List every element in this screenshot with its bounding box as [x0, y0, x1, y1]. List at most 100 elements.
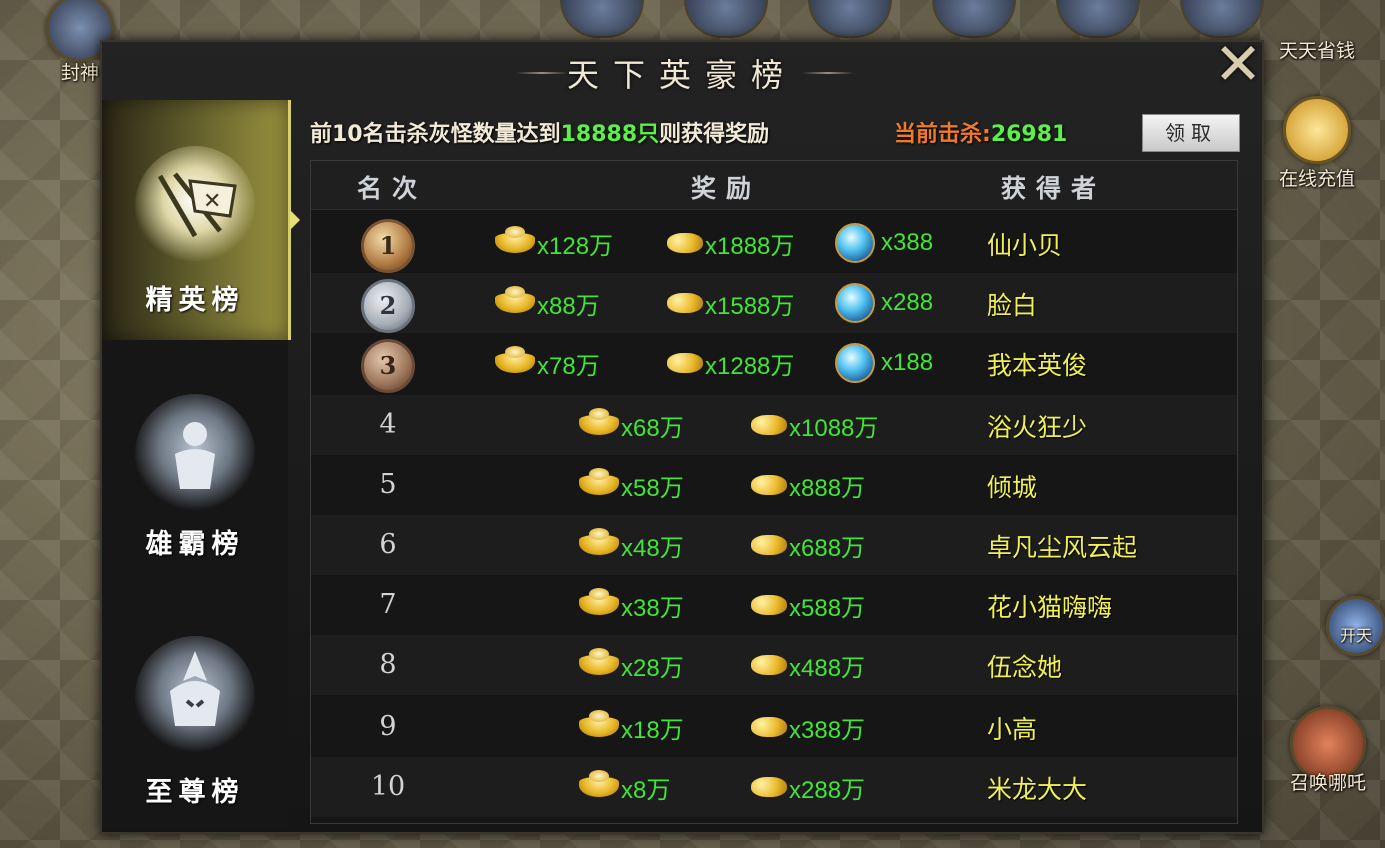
rank-number: 5	[379, 469, 397, 500]
tab-domineer-label: 雄霸榜	[145, 529, 245, 560]
gold-pile-icon	[667, 293, 703, 313]
gold-pile-icon	[751, 475, 787, 495]
requirement-target: 18888只	[560, 122, 660, 147]
table-row: 9 x18万 x388万 小高	[311, 697, 1237, 757]
rank-medal-3: 3	[361, 339, 415, 393]
gold-pile-icon	[751, 717, 787, 737]
winner-name: 米龙大大	[987, 775, 1088, 804]
reward-orb: x388	[835, 223, 933, 263]
daily-saving-button[interactable]: 天天省钱	[1262, 36, 1372, 63]
table-row: 5 x58万 x888万 倾城	[311, 455, 1237, 515]
header-rank: 名次	[357, 174, 428, 203]
gold-pile-icon	[667, 353, 703, 373]
blue-orb-icon	[835, 343, 875, 383]
reward-ingot-value: x128万	[537, 232, 614, 260]
blue-orb-icon	[835, 283, 875, 323]
requirement-bar: 前10名击杀灰怪数量达到18888只则获得奖励 当前击杀:26981 领取	[310, 114, 1250, 152]
reward-gold: x1088万	[751, 408, 878, 442]
winner-name: 我本英俊	[987, 351, 1088, 380]
flag-emblem-icon: ✕	[135, 146, 255, 266]
top-icon-2[interactable]	[684, 0, 768, 38]
tab-supreme[interactable]: 至尊榜	[102, 590, 288, 830]
reward-ingot-value: x38万	[621, 594, 684, 622]
winner-name: 倾城	[987, 473, 1038, 502]
ranking-table: 名次 奖励 获得者 1 x128万 x1888万 x388 仙小贝 2 x88万…	[310, 160, 1238, 824]
top-icon-4[interactable]	[932, 0, 1016, 38]
table-row: 6 x48万 x688万 卓凡尘风云起	[311, 515, 1237, 575]
panel-title: 天下英豪榜	[566, 56, 797, 94]
winner-name: 浴火狂少	[987, 413, 1088, 442]
top-icon-3[interactable]	[808, 0, 892, 38]
winner-name: 小高	[987, 715, 1038, 744]
reward-ingot-value: x18万	[621, 716, 684, 744]
reward-ingot-value: x78万	[537, 352, 600, 380]
reward-ingot: x78万	[495, 346, 600, 380]
close-icon: ✕	[1213, 30, 1263, 98]
reward-ingot-value: x58万	[621, 474, 684, 502]
reward-ingot: x88万	[495, 286, 600, 320]
reward-gold-value: x388万	[789, 716, 866, 744]
gold-ingot-icon	[579, 648, 619, 675]
reward-gold-value: x888万	[789, 474, 866, 502]
reward-gold-value: x1288万	[705, 352, 795, 380]
header-reward: 奖励	[691, 174, 762, 203]
gold-pile-icon	[751, 655, 787, 675]
close-button[interactable]: ✕	[1208, 34, 1268, 94]
gold-ingot-icon	[495, 226, 535, 253]
top-icon-bar	[560, 0, 1280, 38]
top-icon-5[interactable]	[1056, 0, 1140, 38]
reward-ingot-value: x88万	[537, 292, 600, 320]
gold-ingot-icon	[579, 588, 619, 615]
table-row: 10 x8万 x288万 米龙大大	[311, 757, 1237, 817]
requirement-prefix: 前10名击杀灰怪数量达到	[310, 122, 561, 147]
reward-ingot: x68万	[579, 408, 684, 442]
summon-nezha-label: 召唤哪吒	[1289, 772, 1366, 794]
reward-ingot: x128万	[495, 226, 613, 260]
top-icon-1[interactable]	[560, 0, 644, 38]
reward-gold: x288万	[751, 770, 865, 804]
table-row: 2 x88万 x1588万 x288 脸白	[311, 273, 1237, 333]
reward-orb-value: x188	[881, 349, 934, 376]
reward-gold: x1288万	[667, 346, 794, 380]
current-kills: 当前击杀:26981	[894, 116, 1067, 148]
reward-ingot: x58万	[579, 468, 684, 502]
winner-name: 脸白	[987, 291, 1038, 320]
tab-domineer[interactable]: 雄霸榜	[102, 348, 288, 588]
rank-number: 4	[379, 409, 397, 440]
rank-number: 6	[379, 529, 397, 560]
kaitian-label: 开天	[1339, 626, 1372, 645]
reward-orb-value: x288	[881, 289, 934, 316]
current-kills-value: 26981	[990, 122, 1068, 147]
gold-ingot-icon	[495, 286, 535, 313]
gold-pile-icon	[751, 595, 787, 615]
title-ornament-right	[802, 72, 854, 74]
ranking-panel: 天下英豪榜 ✕ ✕ 精英榜 雄霸榜 至尊榜 前10名击杀灰怪数量达到18888只…	[100, 34, 1264, 834]
reward-gold-value: x1588万	[705, 292, 795, 320]
reward-ingot: x48万	[579, 528, 684, 562]
gold-ingot-icon	[579, 770, 619, 797]
reward-ingot: x28万	[579, 648, 684, 682]
active-tab-arrow	[290, 210, 300, 230]
table-row: 1 x128万 x1888万 x388 仙小贝	[311, 213, 1237, 273]
claim-button[interactable]: 领取	[1142, 114, 1240, 152]
table-row: 7 x38万 x588万 花小猫嗨嗨	[311, 575, 1237, 635]
gold-pile-icon	[751, 415, 787, 435]
helm-emblem-icon	[135, 636, 255, 756]
reward-orb: x288	[835, 283, 934, 323]
reward-gold-value: x1088万	[789, 414, 879, 442]
panel-header: 天下英豪榜 ✕	[102, 34, 1262, 100]
gold-pile-icon	[751, 777, 787, 797]
reward-gold: x888万	[751, 468, 865, 502]
table-row: 8 x28万 x488万 伍念她	[311, 635, 1237, 695]
summon-nezha-button[interactable]: 召唤哪吒	[1276, 706, 1380, 795]
gold-ingot-icon	[1283, 96, 1351, 164]
reward-gold: x688万	[751, 528, 865, 562]
online-recharge-label: 在线充值	[1278, 168, 1355, 190]
rank-number: 10	[370, 771, 406, 802]
online-recharge-button[interactable]: 在线充值	[1262, 96, 1372, 191]
tab-supreme-label: 至尊榜	[145, 777, 245, 808]
requirement-text: 前10名击杀灰怪数量达到18888只则获得奖励	[310, 116, 769, 148]
kaitian-button[interactable]: 开天	[1326, 596, 1385, 656]
tab-elite[interactable]: ✕ 精英榜	[102, 100, 300, 340]
table-header: 名次 奖励 获得者	[311, 161, 1237, 210]
